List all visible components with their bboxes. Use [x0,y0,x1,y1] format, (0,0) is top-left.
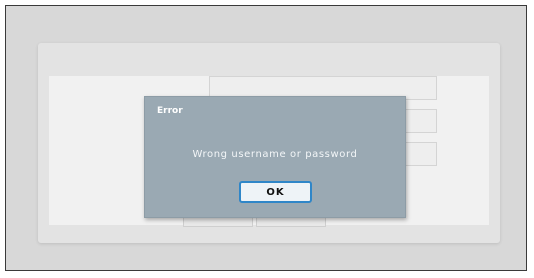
error-dialog: Error Wrong username or password OK [144,96,406,218]
screen-frame: Error Wrong username or password OK [5,5,527,271]
ok-button[interactable]: OK [239,181,312,203]
error-message: Wrong username or password [192,149,358,160]
dialog-title: Error [157,106,183,116]
